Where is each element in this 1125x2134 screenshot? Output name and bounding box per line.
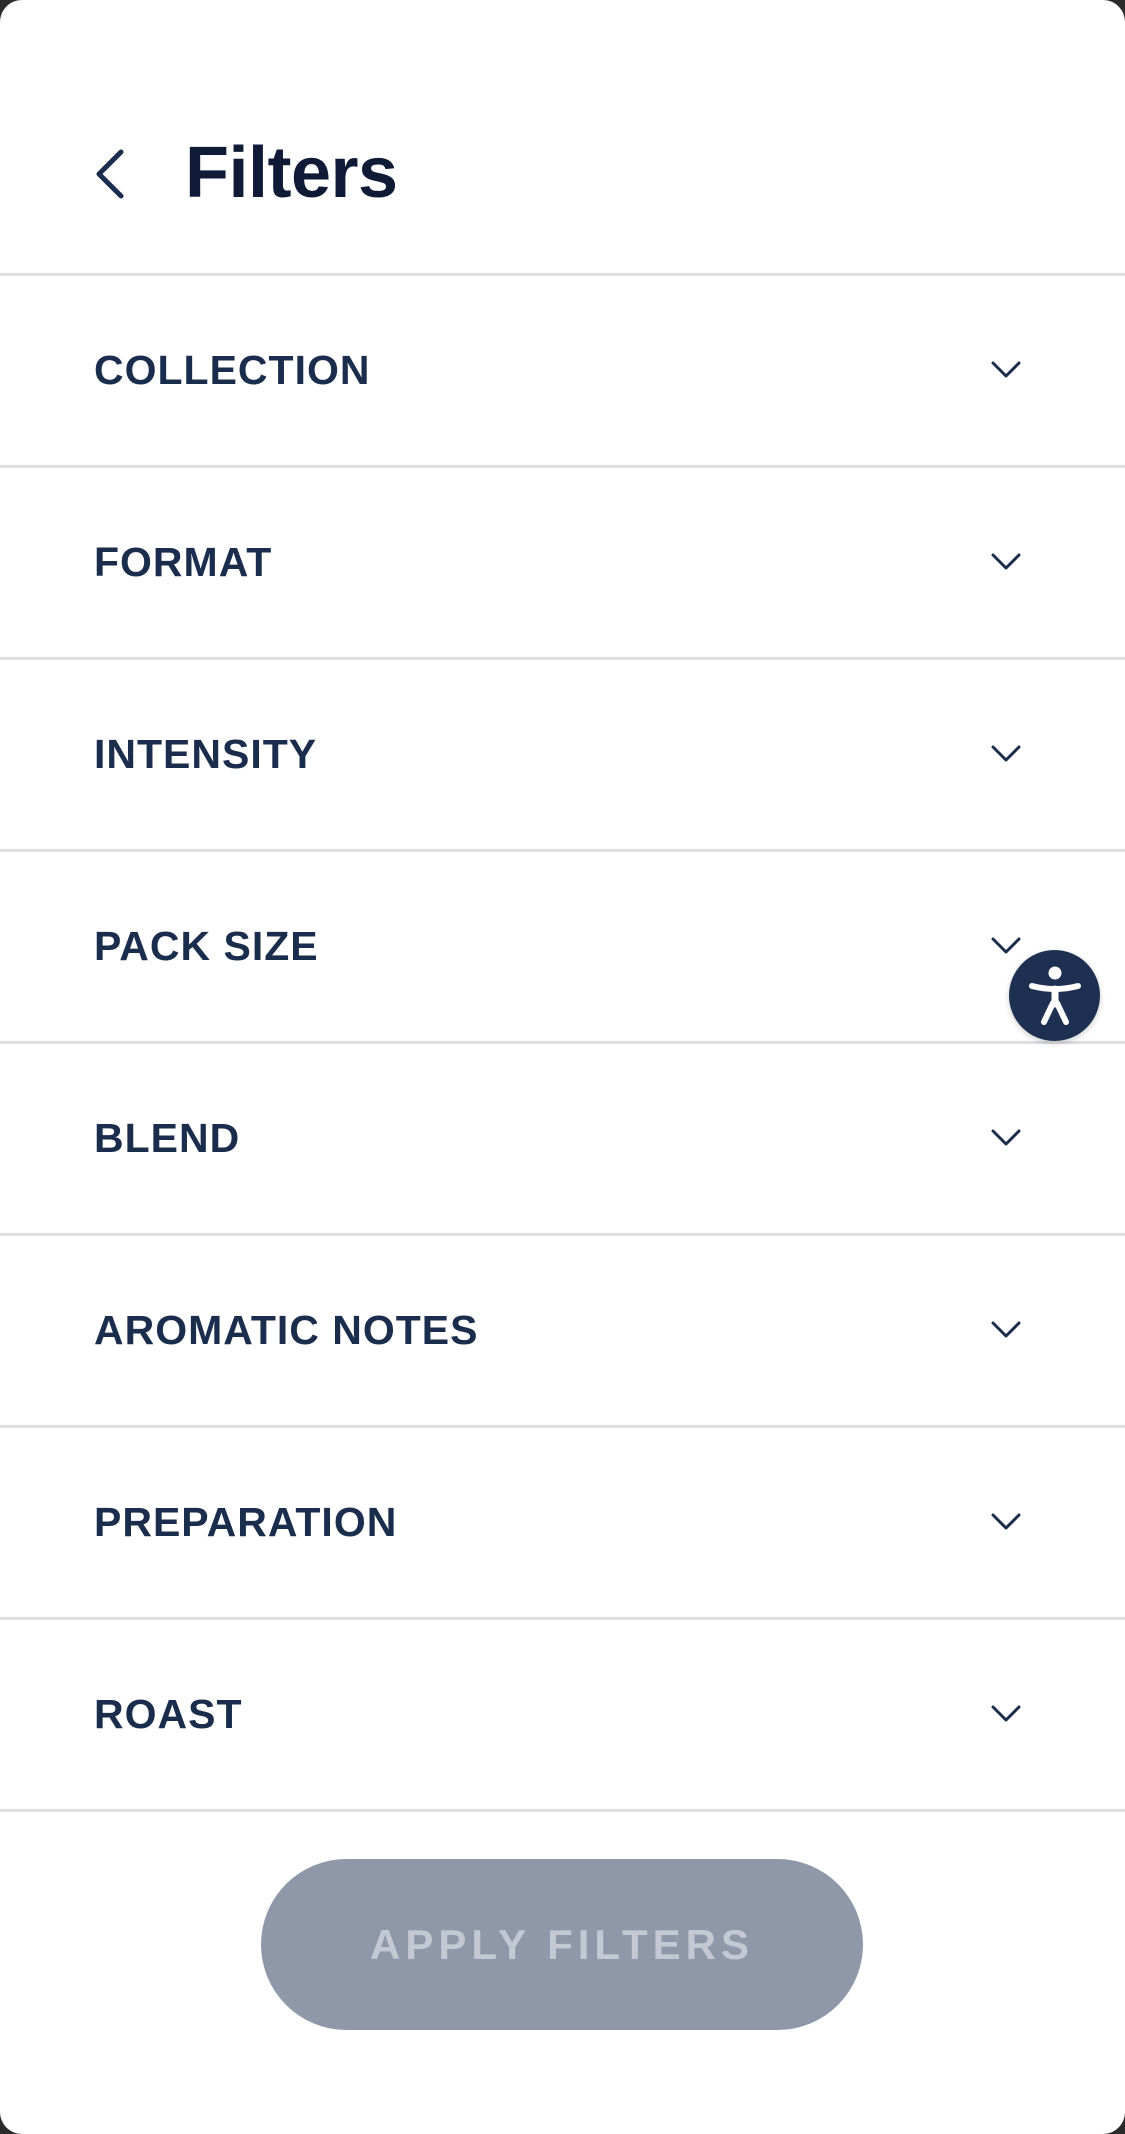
chevron-down-icon: [988, 1507, 1024, 1537]
accessibility-icon: [1028, 966, 1081, 1025]
chevron-down-icon: [988, 739, 1024, 769]
page-title: Filters: [185, 133, 398, 213]
filter-label: AROMATIC NOTES: [94, 1307, 479, 1353]
filter-label: FORMAT: [94, 539, 273, 585]
chevron-down-icon: [988, 1123, 1024, 1153]
filter-row-aromatic-notes[interactable]: AROMATIC NOTES: [0, 1236, 1125, 1428]
chevron-down-icon: [988, 547, 1024, 577]
apply-filters-button[interactable]: APPLY FILTERS: [261, 1859, 863, 2030]
filter-label: INTENSITY: [94, 731, 318, 777]
filter-label: BLEND: [94, 1115, 241, 1161]
filter-row-blend[interactable]: BLEND: [0, 1044, 1125, 1236]
filter-label: ROAST: [94, 1691, 243, 1737]
filter-row-pack-size[interactable]: PACK SIZE: [0, 852, 1125, 1044]
filter-label: PACK SIZE: [94, 923, 319, 969]
back-button[interactable]: [78, 134, 142, 214]
chevron-down-icon: [988, 931, 1024, 961]
accessibility-button[interactable]: [1009, 950, 1100, 1041]
filters-sheet: Filters COLLECTION FORMAT INTENSITY PACK…: [0, 0, 1125, 2134]
chevron-down-icon: [988, 1699, 1024, 1729]
filter-row-intensity[interactable]: INTENSITY: [0, 660, 1125, 852]
filter-row-collection[interactable]: COLLECTION: [0, 276, 1125, 468]
filter-row-format[interactable]: FORMAT: [0, 468, 1125, 660]
chevron-down-icon: [988, 1315, 1024, 1345]
filter-row-preparation[interactable]: PREPARATION: [0, 1428, 1125, 1620]
filter-row-roast[interactable]: ROAST: [0, 1620, 1125, 1812]
filter-label: COLLECTION: [94, 347, 371, 393]
filter-list: COLLECTION FORMAT INTENSITY PACK SIZE BL…: [0, 276, 1125, 1812]
filters-header: Filters: [0, 0, 1125, 276]
filter-label: PREPARATION: [94, 1499, 398, 1545]
chevron-left-icon: [96, 149, 124, 199]
chevron-down-icon: [988, 355, 1024, 385]
